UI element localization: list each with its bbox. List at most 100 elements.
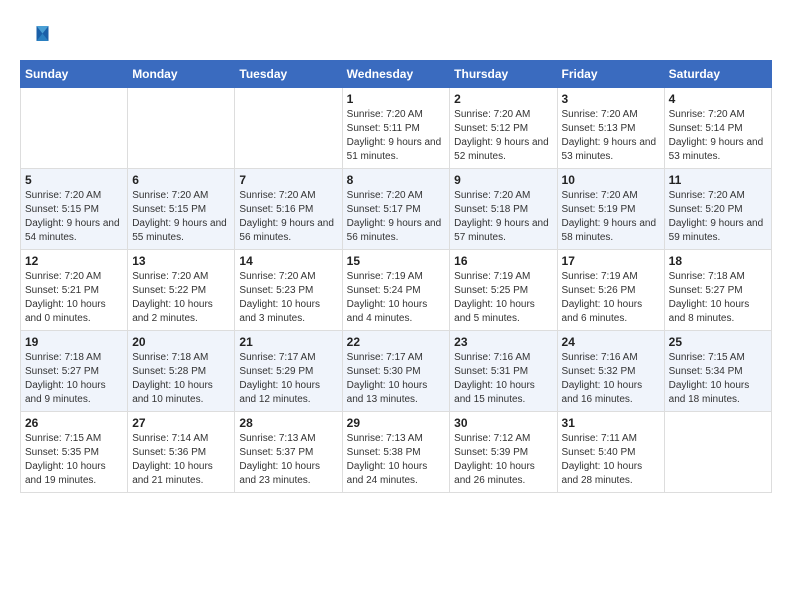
table-row: 8 Sunrise: 7:20 AMSunset: 5:17 PMDayligh… (342, 169, 450, 250)
logo (20, 20, 54, 50)
table-row (235, 88, 342, 169)
day-number: 18 (669, 254, 767, 268)
day-info: Sunrise: 7:18 AMSunset: 5:27 PMDaylight:… (25, 351, 123, 407)
table-row: 21 Sunrise: 7:17 AMSunset: 5:29 PMDaylig… (235, 331, 342, 412)
day-info: Sunrise: 7:18 AMSunset: 5:27 PMDaylight:… (669, 270, 767, 326)
day-number: 17 (562, 254, 660, 268)
table-row: 30 Sunrise: 7:12 AMSunset: 5:39 PMDaylig… (450, 412, 557, 493)
day-info: Sunrise: 7:14 AMSunset: 5:36 PMDaylight:… (132, 432, 230, 488)
table-row: 5 Sunrise: 7:20 AMSunset: 5:15 PMDayligh… (21, 169, 128, 250)
table-row: 25 Sunrise: 7:15 AMSunset: 5:34 PMDaylig… (664, 331, 771, 412)
day-number: 30 (454, 416, 552, 430)
day-info: Sunrise: 7:20 AMSunset: 5:18 PMDaylight:… (454, 189, 552, 245)
day-info: Sunrise: 7:15 AMSunset: 5:34 PMDaylight:… (669, 351, 767, 407)
day-number: 7 (239, 173, 337, 187)
day-number: 22 (347, 335, 446, 349)
table-row: 17 Sunrise: 7:19 AMSunset: 5:26 PMDaylig… (557, 250, 664, 331)
table-row: 11 Sunrise: 7:20 AMSunset: 5:20 PMDaylig… (664, 169, 771, 250)
day-info: Sunrise: 7:20 AMSunset: 5:13 PMDaylight:… (562, 108, 660, 164)
day-info: Sunrise: 7:13 AMSunset: 5:37 PMDaylight:… (239, 432, 337, 488)
day-number: 20 (132, 335, 230, 349)
day-info: Sunrise: 7:20 AMSunset: 5:21 PMDaylight:… (25, 270, 123, 326)
header-wednesday: Wednesday (342, 61, 450, 88)
day-number: 3 (562, 92, 660, 106)
day-info: Sunrise: 7:20 AMSunset: 5:16 PMDaylight:… (239, 189, 337, 245)
table-row: 18 Sunrise: 7:18 AMSunset: 5:27 PMDaylig… (664, 250, 771, 331)
table-row: 23 Sunrise: 7:16 AMSunset: 5:31 PMDaylig… (450, 331, 557, 412)
table-row: 10 Sunrise: 7:20 AMSunset: 5:19 PMDaylig… (557, 169, 664, 250)
table-row: 12 Sunrise: 7:20 AMSunset: 5:21 PMDaylig… (21, 250, 128, 331)
day-number: 15 (347, 254, 446, 268)
page-header (20, 20, 772, 50)
day-info: Sunrise: 7:19 AMSunset: 5:25 PMDaylight:… (454, 270, 552, 326)
day-info: Sunrise: 7:11 AMSunset: 5:40 PMDaylight:… (562, 432, 660, 488)
calendar-week-row: 26 Sunrise: 7:15 AMSunset: 5:35 PMDaylig… (21, 412, 772, 493)
day-info: Sunrise: 7:16 AMSunset: 5:32 PMDaylight:… (562, 351, 660, 407)
table-row: 27 Sunrise: 7:14 AMSunset: 5:36 PMDaylig… (128, 412, 235, 493)
calendar-table: Sunday Monday Tuesday Wednesday Thursday… (20, 60, 772, 493)
day-number: 19 (25, 335, 123, 349)
day-info: Sunrise: 7:20 AMSunset: 5:15 PMDaylight:… (132, 189, 230, 245)
day-info: Sunrise: 7:17 AMSunset: 5:30 PMDaylight:… (347, 351, 446, 407)
day-info: Sunrise: 7:20 AMSunset: 5:15 PMDaylight:… (25, 189, 123, 245)
table-row: 19 Sunrise: 7:18 AMSunset: 5:27 PMDaylig… (21, 331, 128, 412)
day-info: Sunrise: 7:18 AMSunset: 5:28 PMDaylight:… (132, 351, 230, 407)
day-info: Sunrise: 7:19 AMSunset: 5:26 PMDaylight:… (562, 270, 660, 326)
header-thursday: Thursday (450, 61, 557, 88)
table-row: 26 Sunrise: 7:15 AMSunset: 5:35 PMDaylig… (21, 412, 128, 493)
day-info: Sunrise: 7:16 AMSunset: 5:31 PMDaylight:… (454, 351, 552, 407)
header-tuesday: Tuesday (235, 61, 342, 88)
table-row: 22 Sunrise: 7:17 AMSunset: 5:30 PMDaylig… (342, 331, 450, 412)
calendar-week-row: 5 Sunrise: 7:20 AMSunset: 5:15 PMDayligh… (21, 169, 772, 250)
calendar-week-row: 1 Sunrise: 7:20 AMSunset: 5:11 PMDayligh… (21, 88, 772, 169)
day-number: 25 (669, 335, 767, 349)
table-row: 31 Sunrise: 7:11 AMSunset: 5:40 PMDaylig… (557, 412, 664, 493)
day-number: 13 (132, 254, 230, 268)
table-row: 28 Sunrise: 7:13 AMSunset: 5:37 PMDaylig… (235, 412, 342, 493)
day-number: 26 (25, 416, 123, 430)
day-number: 24 (562, 335, 660, 349)
day-number: 2 (454, 92, 552, 106)
header-saturday: Saturday (664, 61, 771, 88)
table-row: 1 Sunrise: 7:20 AMSunset: 5:11 PMDayligh… (342, 88, 450, 169)
day-info: Sunrise: 7:20 AMSunset: 5:19 PMDaylight:… (562, 189, 660, 245)
header-friday: Friday (557, 61, 664, 88)
day-number: 31 (562, 416, 660, 430)
table-row: 3 Sunrise: 7:20 AMSunset: 5:13 PMDayligh… (557, 88, 664, 169)
day-info: Sunrise: 7:20 AMSunset: 5:22 PMDaylight:… (132, 270, 230, 326)
day-info: Sunrise: 7:20 AMSunset: 5:11 PMDaylight:… (347, 108, 446, 164)
table-row: 29 Sunrise: 7:13 AMSunset: 5:38 PMDaylig… (342, 412, 450, 493)
day-info: Sunrise: 7:20 AMSunset: 5:17 PMDaylight:… (347, 189, 446, 245)
table-row (21, 88, 128, 169)
day-number: 5 (25, 173, 123, 187)
day-number: 8 (347, 173, 446, 187)
day-info: Sunrise: 7:20 AMSunset: 5:14 PMDaylight:… (669, 108, 767, 164)
day-number: 12 (25, 254, 123, 268)
logo-icon (20, 20, 50, 50)
table-row: 14 Sunrise: 7:20 AMSunset: 5:23 PMDaylig… (235, 250, 342, 331)
table-row: 9 Sunrise: 7:20 AMSunset: 5:18 PMDayligh… (450, 169, 557, 250)
day-info: Sunrise: 7:20 AMSunset: 5:12 PMDaylight:… (454, 108, 552, 164)
day-info: Sunrise: 7:13 AMSunset: 5:38 PMDaylight:… (347, 432, 446, 488)
table-row (128, 88, 235, 169)
table-row: 16 Sunrise: 7:19 AMSunset: 5:25 PMDaylig… (450, 250, 557, 331)
table-row: 4 Sunrise: 7:20 AMSunset: 5:14 PMDayligh… (664, 88, 771, 169)
day-info: Sunrise: 7:19 AMSunset: 5:24 PMDaylight:… (347, 270, 446, 326)
day-info: Sunrise: 7:20 AMSunset: 5:23 PMDaylight:… (239, 270, 337, 326)
day-number: 1 (347, 92, 446, 106)
header-monday: Monday (128, 61, 235, 88)
day-number: 10 (562, 173, 660, 187)
header-sunday: Sunday (21, 61, 128, 88)
day-number: 9 (454, 173, 552, 187)
calendar-week-row: 12 Sunrise: 7:20 AMSunset: 5:21 PMDaylig… (21, 250, 772, 331)
day-number: 23 (454, 335, 552, 349)
day-info: Sunrise: 7:20 AMSunset: 5:20 PMDaylight:… (669, 189, 767, 245)
day-info: Sunrise: 7:12 AMSunset: 5:39 PMDaylight:… (454, 432, 552, 488)
table-row: 20 Sunrise: 7:18 AMSunset: 5:28 PMDaylig… (128, 331, 235, 412)
day-number: 4 (669, 92, 767, 106)
day-number: 11 (669, 173, 767, 187)
calendar-week-row: 19 Sunrise: 7:18 AMSunset: 5:27 PMDaylig… (21, 331, 772, 412)
day-number: 28 (239, 416, 337, 430)
day-number: 27 (132, 416, 230, 430)
day-number: 14 (239, 254, 337, 268)
